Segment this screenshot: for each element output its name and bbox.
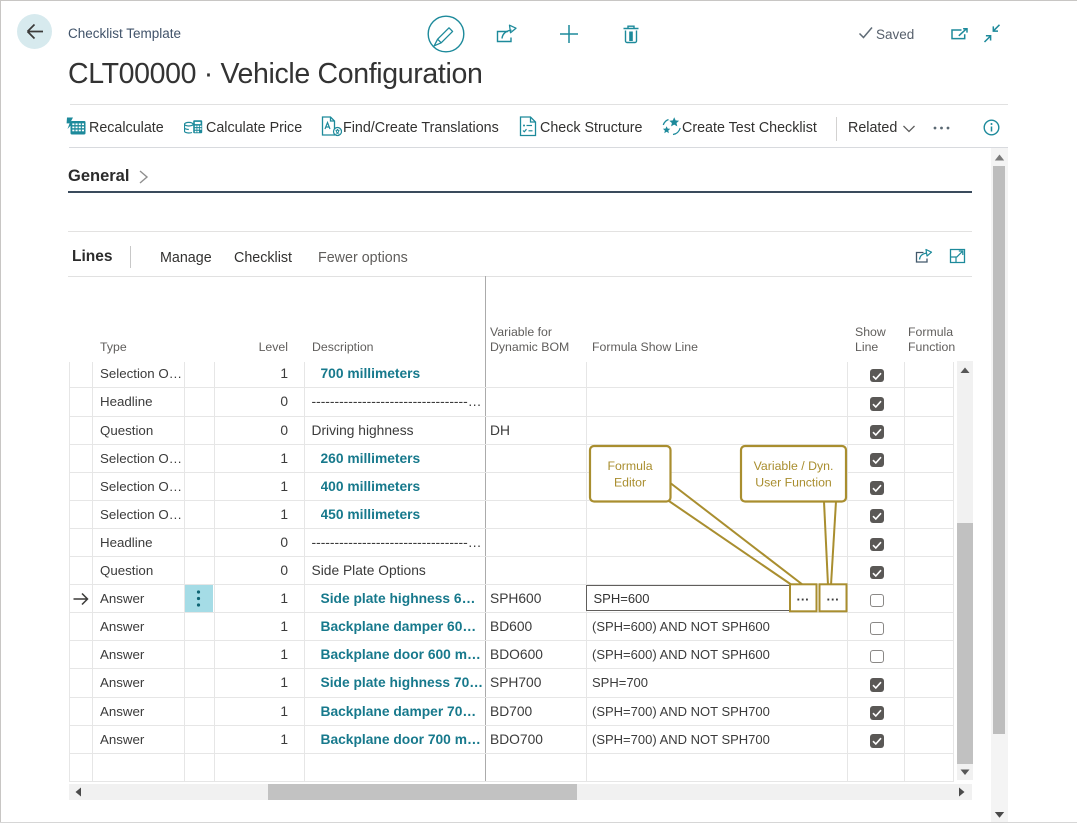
svg-text:Formula: Formula	[607, 459, 652, 473]
svg-text:Editor: Editor	[614, 476, 646, 490]
svg-text:···: ···	[797, 592, 810, 607]
svg-text:Variable / Dyn.: Variable / Dyn.	[754, 459, 834, 473]
svg-text:···: ···	[827, 592, 840, 607]
svg-text:User Function: User Function	[755, 476, 832, 490]
